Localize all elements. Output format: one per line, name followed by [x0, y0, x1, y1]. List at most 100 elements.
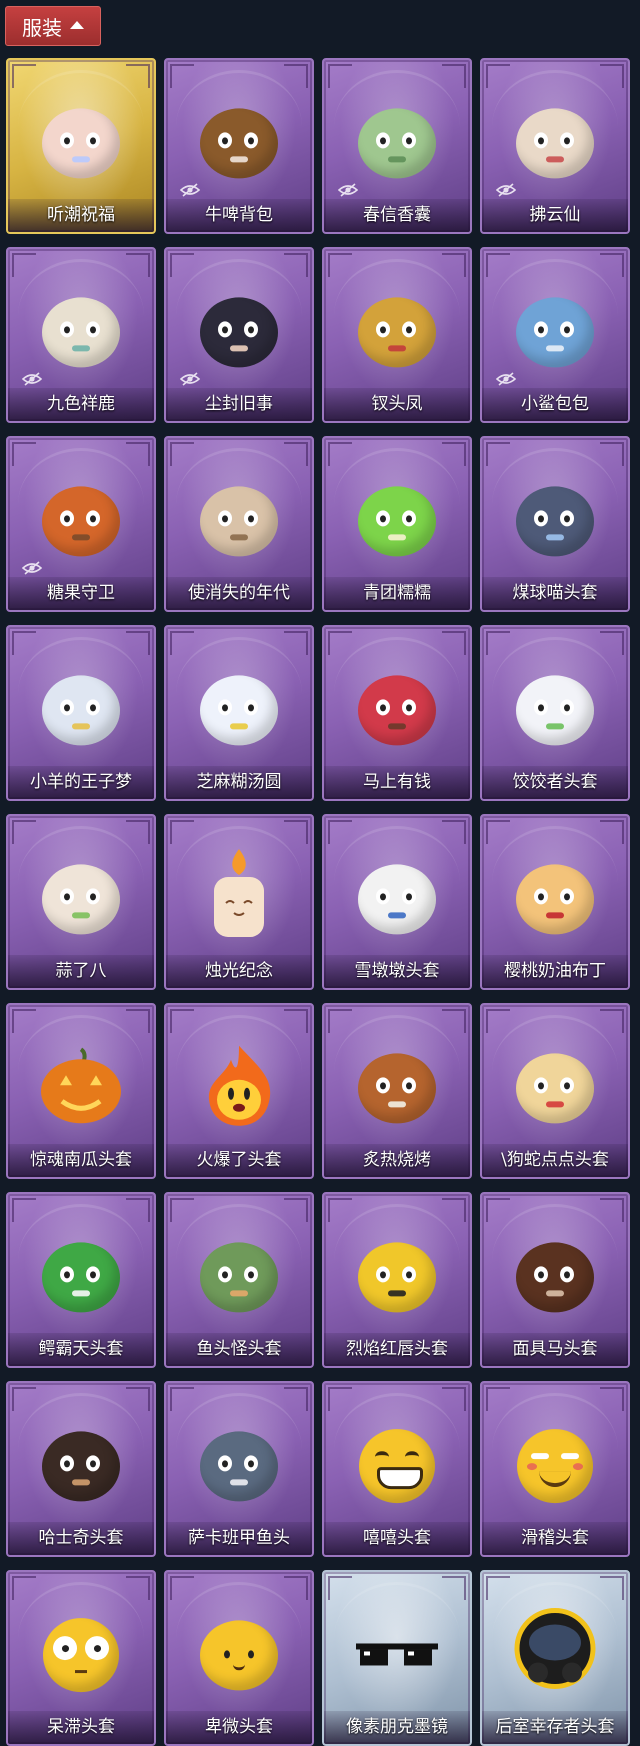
frame-corner: [442, 1009, 466, 1033]
item-name: 像素朋克墨镜: [346, 1717, 448, 1737]
cat-head-icon: [516, 486, 594, 557]
item-card[interactable]: 听潮祝福: [6, 58, 156, 234]
item-card[interactable]: 嘻嘻头套: [322, 1381, 472, 1557]
candle-icon: [204, 847, 274, 947]
item-card[interactable]: 蒜了八: [6, 814, 156, 990]
item-name: 饺饺者头套: [512, 772, 598, 792]
item-card[interactable]: 小羊的王子梦: [6, 625, 156, 801]
frame-corner: [328, 1576, 352, 1600]
eye-off-icon[interactable]: [179, 371, 201, 386]
item-name: 烛光纪念: [205, 961, 273, 981]
item-card[interactable]: 煤球喵头套: [480, 436, 630, 612]
item-card[interactable]: 牛啤背包: [164, 58, 314, 234]
item-card[interactable]: 雪墩墩头套: [322, 814, 472, 990]
item-name: 牛啤背包: [205, 205, 273, 225]
category-dropdown-button[interactable]: 服装: [5, 6, 101, 46]
item-card[interactable]: 惊魂南瓜头套: [6, 1003, 156, 1179]
eye-off-icon[interactable]: [179, 182, 201, 197]
item-card[interactable]: 马上有钱: [322, 625, 472, 801]
item-card[interactable]: 像素朋克墨镜: [322, 1570, 472, 1746]
frame-corner: [284, 1576, 308, 1600]
item-card[interactable]: 火爆了头套: [164, 1003, 314, 1179]
item-card[interactable]: 呆滞头套: [6, 1570, 156, 1746]
item-card[interactable]: 九色祥鹿: [6, 247, 156, 423]
pudding-icon: [516, 864, 594, 935]
frame-corner: [328, 820, 352, 844]
frame-corner: [486, 1576, 510, 1600]
item-card[interactable]: 哈士奇头套: [6, 1381, 156, 1557]
item-name: 后室幸存者头套: [495, 1717, 615, 1737]
category-label: 服装: [22, 15, 62, 40]
frame-corner: [12, 253, 36, 277]
scarecrow-icon: [42, 486, 120, 557]
item-card[interactable]: 烈焰红唇头套: [322, 1192, 472, 1368]
deer-icon: [42, 297, 120, 368]
frame-corner: [12, 442, 36, 466]
item-card[interactable]: 面具马头套: [480, 1192, 630, 1368]
shark-icon: [516, 297, 594, 368]
frame-corner: [328, 1009, 352, 1033]
item-name: 滑稽头套: [521, 1528, 589, 1548]
frame-corner: [600, 820, 624, 844]
eye-off-icon[interactable]: [337, 182, 359, 197]
frame-corner: [12, 631, 36, 655]
item-name: 蒜了八: [55, 961, 107, 981]
frame-corner: [126, 442, 150, 466]
item-card[interactable]: 鳄霸天头套: [6, 1192, 156, 1368]
frame-corner: [284, 631, 308, 655]
frame-corner: [170, 253, 194, 277]
frame-corner: [12, 64, 36, 88]
frame-corner: [12, 1576, 36, 1600]
frame-corner: [284, 820, 308, 844]
item-name: 九色祥鹿: [47, 394, 115, 414]
item-card[interactable]: 后室幸存者头套: [480, 1570, 630, 1746]
item-card[interactable]: 小鲨包包: [480, 247, 630, 423]
item-card[interactable]: 炙热烧烤: [322, 1003, 472, 1179]
frame-corner: [170, 820, 194, 844]
item-name: 惊魂南瓜头套: [30, 1150, 132, 1170]
item-card[interactable]: 萨卡班甲鱼头: [164, 1381, 314, 1557]
frame-corner: [600, 1198, 624, 1222]
frame-corner: [600, 1387, 624, 1411]
eye-off-icon[interactable]: [495, 182, 517, 197]
item-card[interactable]: 尘封旧事: [164, 247, 314, 423]
frame-corner: [12, 1009, 36, 1033]
eye-off-icon[interactable]: [21, 560, 43, 575]
eye-off-icon[interactable]: [21, 371, 43, 386]
item-card[interactable]: \狗蛇点点头套: [480, 1003, 630, 1179]
frame-corner: [328, 64, 352, 88]
item-card[interactable]: 使消失的年代: [164, 436, 314, 612]
item-card[interactable]: 滑稽头套: [480, 1381, 630, 1557]
snowman-icon: [358, 864, 436, 935]
item-name: 尘封旧事: [205, 394, 273, 414]
item-card[interactable]: 拂云仙: [480, 58, 630, 234]
frame-corner: [442, 64, 466, 88]
item-card[interactable]: 钗头凤: [322, 247, 472, 423]
frame-corner: [442, 1198, 466, 1222]
frame-corner: [170, 64, 194, 88]
frame-corner: [442, 1576, 466, 1600]
frame-corner: [12, 1387, 36, 1411]
frame-corner: [284, 1009, 308, 1033]
item-card[interactable]: 糖果守卫: [6, 436, 156, 612]
garlic-icon: [42, 864, 120, 935]
frame-corner: [126, 253, 150, 277]
item-card[interactable]: 樱桃奶油布丁: [480, 814, 630, 990]
item-card[interactable]: 饺饺者头套: [480, 625, 630, 801]
frame-corner: [126, 1198, 150, 1222]
eye-off-icon[interactable]: [495, 371, 517, 386]
item-card[interactable]: 鱼头怪头套: [164, 1192, 314, 1368]
husky-icon: [42, 1431, 120, 1502]
item-card[interactable]: 烛光纪念: [164, 814, 314, 990]
item-card[interactable]: 卑微头套: [164, 1570, 314, 1746]
item-card[interactable]: 春信香囊: [322, 58, 472, 234]
frame-corner: [126, 1009, 150, 1033]
frame-corner: [126, 64, 150, 88]
item-card[interactable]: 芝麻糊汤圆: [164, 625, 314, 801]
frame-corner: [442, 631, 466, 655]
portrait-icon: [200, 486, 278, 557]
doll-icon: [200, 297, 278, 368]
item-card[interactable]: 青团糯糯: [322, 436, 472, 612]
frame-corner: [170, 1198, 194, 1222]
dumpling-icon: [200, 675, 278, 746]
